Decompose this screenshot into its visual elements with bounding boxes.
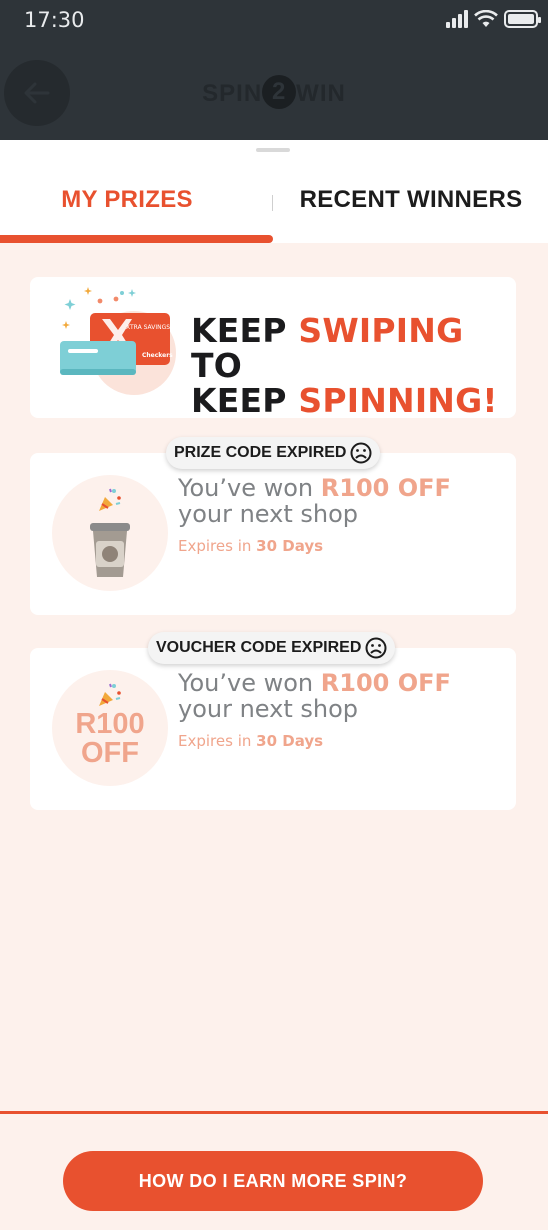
- party-popper-icon: [99, 488, 121, 511]
- voucher-details: You’ve won R100 OFF your next shop Expir…: [178, 670, 451, 750]
- card-brand-text: XTRA SAVINGS: [126, 324, 170, 331]
- prize-details: You’ve won R100 OFF your next shop Expir…: [178, 475, 451, 555]
- prize-image: [52, 475, 168, 591]
- prize-expired-badge: PRIZE CODE EXPIRED: [166, 437, 381, 469]
- tab-recent-winners[interactable]: RECENT WINNERS: [274, 186, 548, 214]
- party-popper-icon: [99, 683, 121, 706]
- status-time: 17:30: [24, 8, 85, 32]
- voucher-image: R100 OFF: [52, 670, 168, 786]
- sad-face-icon: [365, 637, 387, 659]
- voucher-suffix: your next shop: [178, 695, 359, 723]
- status-icons: [446, 10, 541, 28]
- footer-divider: [0, 1111, 548, 1114]
- voucher-value-graphic: R100 OFF: [75, 708, 145, 769]
- keep-swiping-banner: XTRA SAVINGS Checkers KEEP SWIPING TO KE…: [30, 277, 516, 418]
- voucher-amount: R100 OFF: [320, 669, 451, 697]
- signal-icon: [446, 10, 468, 28]
- sad-face-icon: [350, 442, 372, 464]
- keep-swiping-headline: KEEP SWIPING TO KEEP SPINNING!: [191, 311, 498, 420]
- app-header: SPIN 2 WIN: [0, 44, 548, 140]
- tab-my-prizes[interactable]: MY PRIZES: [0, 186, 254, 214]
- xtra-savings-card-illustration: XTRA SAVINGS Checkers: [60, 287, 176, 395]
- prizes-sheet: MY PRIZES RECENT WINNERS XTRA SAVINGS Ch…: [0, 140, 548, 1230]
- earn-more-spins-button[interactable]: HOW DO I EARN MORE SPIN?: [63, 1151, 483, 1211]
- coffee-cup-icon: [90, 523, 130, 577]
- voucher-expiry: Expires in 30 Days: [178, 732, 324, 750]
- prize-card[interactable]: You’ve won R100 OFF your next shop Expir…: [30, 453, 516, 615]
- prize-won-line: You’ve won R100 OFF: [178, 474, 451, 502]
- spin2win-logo: SPIN 2 WIN: [0, 74, 548, 109]
- battery-icon: [504, 10, 541, 28]
- voucher-card[interactable]: R100 OFF You’ve won R100 OFF your next s…: [30, 648, 516, 810]
- active-tab-indicator: [0, 235, 273, 243]
- sheet-drag-handle[interactable]: [256, 148, 290, 152]
- wifi-icon: [474, 10, 498, 27]
- voucher-expired-badge: VOUCHER CODE EXPIRED: [148, 632, 396, 664]
- prize-amount: R100 OFF: [320, 474, 451, 502]
- status-bar: 17:30: [0, 0, 548, 44]
- prize-expiry: Expires in 30 Days: [178, 537, 324, 555]
- tab-bar: MY PRIZES RECENT WINNERS: [0, 140, 548, 243]
- voucher-won-line: You’ve won R100 OFF: [178, 669, 451, 697]
- prize-suffix: your next shop: [178, 500, 359, 528]
- tab-divider: [272, 195, 273, 211]
- card-store-text: Checkers: [142, 352, 173, 359]
